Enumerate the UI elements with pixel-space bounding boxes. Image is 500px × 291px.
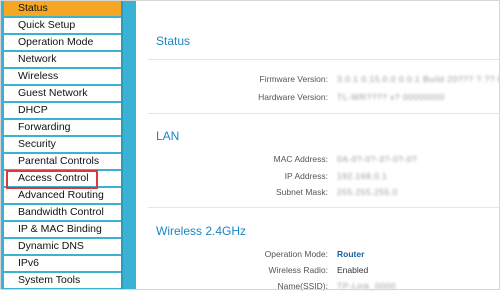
sidebar-item-status[interactable]: Status [4,1,121,17]
sidebar-item-parental-controls[interactable]: Parental Controls [4,153,121,170]
divider [148,207,500,208]
subnet-mask-value: 255.255.255.0 [337,187,398,197]
ip-address-value: 192.168.0.1 [337,171,388,181]
sidebar-item-bandwidth-control[interactable]: Bandwidth Control [4,204,121,221]
sidebar-item-wireless[interactable]: Wireless [4,68,121,85]
hardware-version-value: TL-WR???? v? 00000000 [337,92,445,102]
mac-address-label: MAC Address: [273,154,328,164]
sidebar-item-dhcp[interactable]: DHCP [4,102,121,119]
wireless-radio-value: Enabled [337,265,369,275]
page-title: Status [156,34,191,48]
divider [148,59,500,60]
divider [148,113,500,114]
wireless-radio-label: Wireless Radio: [268,265,328,275]
firmware-version-label: Firmware Version: [259,74,329,84]
sidebar-divider [121,0,123,290]
operation-mode-value: Router [337,249,365,259]
main-content: Status Firmware Version: 3.0.1 0.15.0.0 … [136,0,500,291]
sidebar-item-security[interactable]: Security [4,136,121,153]
sidebar-item-network[interactable]: Network [4,51,121,68]
sidebar-item-system-tools[interactable]: System Tools [4,272,121,289]
hardware-version-label: Hardware Version: [258,92,328,102]
lan-section-title: LAN [156,129,180,143]
sidebar-item-advanced-routing[interactable]: Advanced Routing [4,187,121,204]
wireless-section-title: Wireless 2.4GHz [156,224,247,238]
mac-address-value: 0A-0?-0?-3?-0?-0? [337,154,418,164]
sidebar-item-ipv6[interactable]: IPv6 [4,255,121,272]
sidebar-item-forwarding[interactable]: Forwarding [4,119,121,136]
ip-address-label: IP Address: [284,171,328,181]
subnet-mask-label: Subnet Mask: [276,187,328,197]
sidebar-item-ip-mac-binding[interactable]: IP & MAC Binding [4,221,121,238]
sidebar-menu: Status Quick Setup Operation Mode Networ… [0,0,136,290]
highlight-annotation-box [6,170,98,189]
sidebar-item-quick-setup[interactable]: Quick Setup [4,17,121,34]
sidebar-item-operation-mode[interactable]: Operation Mode [4,34,121,51]
firmware-version-value: 3.0.1 0.15.0.0 0.0.1 Build 20??? ?.?? Re… [337,74,500,84]
sidebar-item-dynamic-dns[interactable]: Dynamic DNS [4,238,121,255]
sidebar-item-guest-network[interactable]: Guest Network [4,85,121,102]
operation-mode-label: Operation Mode: [264,249,328,259]
